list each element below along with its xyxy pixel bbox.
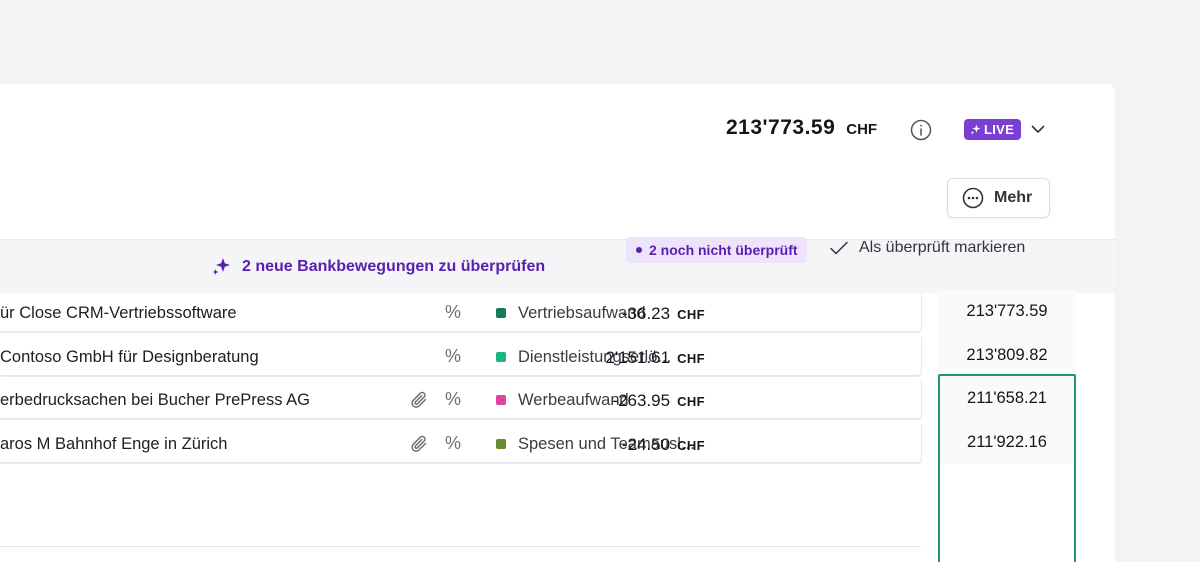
running-balance: 213'773.59 [938, 290, 1076, 334]
category-color-dot [496, 308, 506, 318]
review-transactions-link[interactable]: 2 neue Bankbewegungen zu überprüfen [211, 257, 545, 277]
amount-value: -24.50 [621, 434, 671, 454]
mark-reviewed-label: Als überprüft markieren [859, 239, 1026, 256]
paperclip-icon[interactable] [410, 434, 430, 454]
live-badge[interactable]: LIVE [964, 119, 1022, 140]
sparkle-icon [970, 124, 981, 135]
amount-currency: CHF [677, 350, 705, 366]
category-color-dot [496, 395, 506, 405]
running-balance: 211'922.16 [938, 420, 1076, 464]
more-button[interactable]: Mehr [947, 178, 1050, 218]
transaction-amount: -24.50 CHF [622, 435, 705, 455]
mark-reviewed-button[interactable]: Als überprüft markieren [829, 238, 1025, 258]
sparkle-icon [212, 258, 230, 275]
transaction-amount: -36.23 CHF [622, 304, 705, 324]
table-row[interactable]: Contoso GmbH für Designberatung % Dienst… [0, 333, 1115, 377]
transaction-description: aros M Bahnhof Enge in Zürich [0, 434, 228, 453]
account-balance: 213'773.59 CHF [726, 116, 877, 140]
percent-icon[interactable]: % [445, 346, 461, 367]
running-balance: 213'809.82 [938, 333, 1076, 377]
table-row[interactable]: aros M Bahnhof Enge in Zürich % Spesen u… [0, 420, 1115, 464]
live-label: LIVE [984, 122, 1015, 137]
amount-value: -263.95 [612, 391, 671, 410]
paperclip-icon[interactable] [410, 390, 430, 410]
percent-icon[interactable]: % [445, 302, 461, 323]
balance-amount: 213'773.59 [726, 116, 836, 139]
review-banner-label: 2 neue Bankbewegungen zu überprüfen [242, 258, 546, 275]
transaction-cell[interactable]: Contoso GmbH für Designberatung % Dienst… [0, 336, 921, 376]
category-color-dot [496, 438, 506, 449]
amount-currency: CHF [677, 394, 705, 409]
transaction-description: Contoso GmbH für Designberatung [0, 347, 259, 366]
amount-currency: CHF [677, 307, 705, 322]
transaction-amount: 2'151.61 CHF [605, 348, 705, 368]
more-label: Mehr [994, 189, 1033, 206]
transaction-amount: -263.95 CHF [612, 391, 705, 411]
unreviewed-filter-pill[interactable]: 2 noch nicht überprüft [626, 237, 807, 263]
transaction-description: ür Close CRM-Vertriebssoftware [0, 304, 237, 322]
category-color-dot [496, 351, 506, 362]
running-balance: 211'658.21 [938, 377, 1076, 421]
percent-icon[interactable]: % [445, 389, 461, 410]
percent-icon[interactable]: % [445, 433, 461, 454]
more-dots-icon [962, 187, 984, 209]
amount-currency: CHF [677, 437, 705, 453]
checkmark-icon [830, 241, 848, 255]
unreviewed-label: 2 noch nicht überprüft [649, 242, 798, 258]
amount-value: 2'151.61 [605, 347, 671, 367]
table-row[interactable]: ür Close CRM-Vertriebssoftware % Vertrie… [0, 290, 1115, 334]
transaction-list: ür Close CRM-Vertriebssoftware % Vertrie… [0, 290, 1115, 464]
transaction-cell[interactable]: erbedrucksachen bei Bucher PrePress AG %… [0, 379, 921, 419]
chevron-down-icon[interactable] [1030, 122, 1046, 136]
row-divider [0, 546, 921, 547]
status-dot [636, 247, 642, 253]
balance-currency: CHF [846, 121, 878, 138]
transaction-description: erbedrucksachen bei Bucher PrePress AG [0, 391, 310, 409]
transaction-cell[interactable]: ür Close CRM-Vertriebssoftware % Vertrie… [0, 292, 921, 332]
transaction-cell[interactable]: aros M Bahnhof Enge in Zürich % Spesen u… [0, 423, 921, 463]
amount-value: -36.23 [621, 304, 671, 323]
info-icon[interactable] [910, 119, 932, 141]
table-row[interactable]: erbedrucksachen bei Bucher PrePress AG %… [0, 377, 1115, 421]
